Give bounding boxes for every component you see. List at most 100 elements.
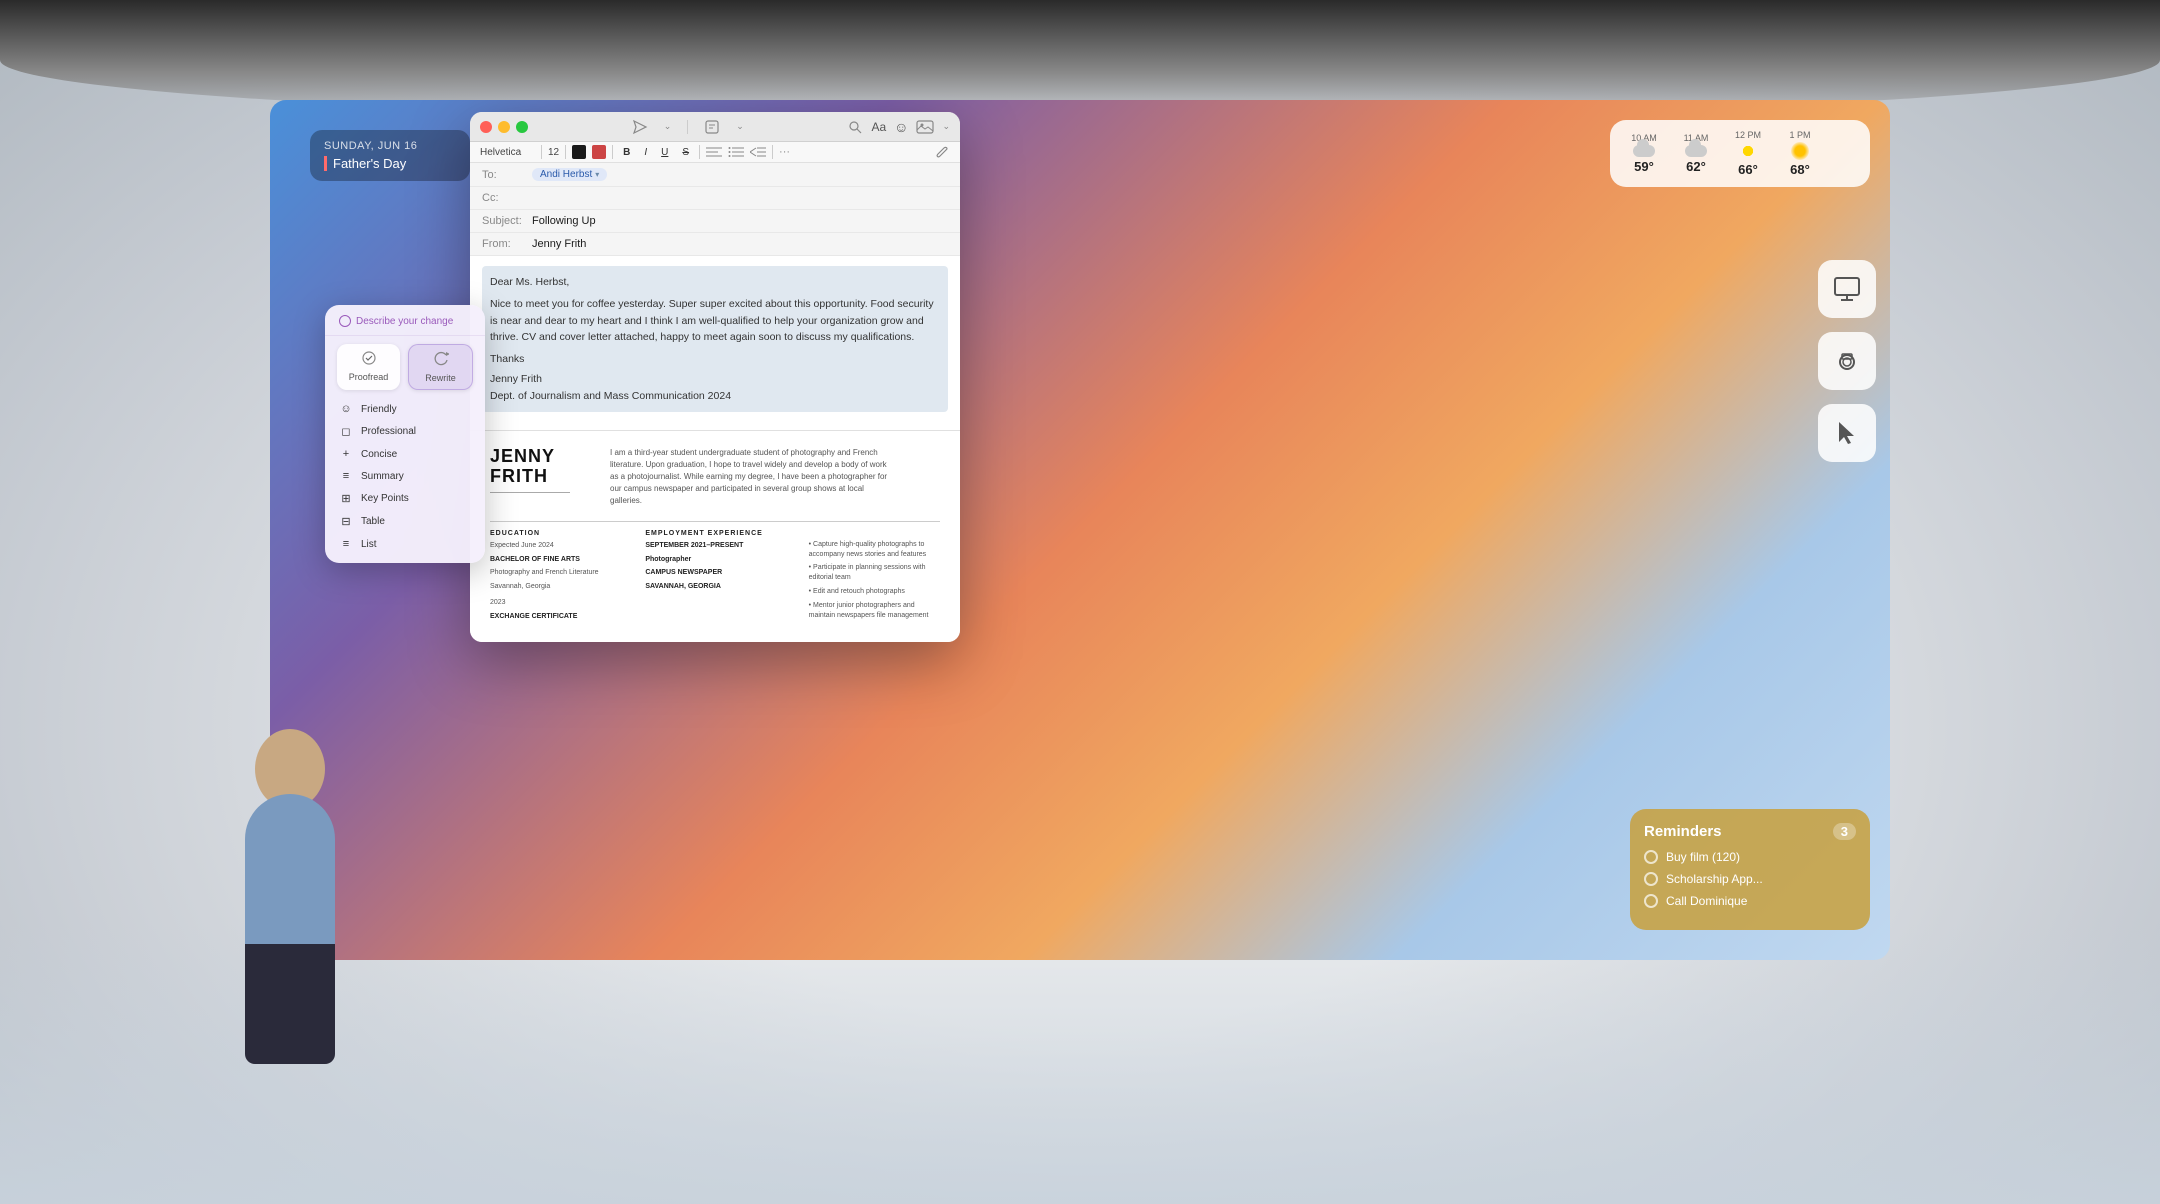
reminder-circle-2 — [1644, 894, 1658, 908]
reminders-header: Reminders 3 — [1644, 823, 1856, 840]
writing-tools-buttons: Proofread Rewrite — [325, 336, 485, 398]
strikethrough-button[interactable]: S — [678, 146, 693, 159]
text-color-black[interactable] — [572, 145, 586, 159]
cv-education-col: EDUCATION Expected June 2024 BACHELOR OF… — [490, 530, 629, 626]
indent-icon — [750, 146, 766, 158]
mail-body[interactable]: Dear Ms. Herbst, Nice to meet you for co… — [470, 256, 960, 430]
subject-label: Subject: — [482, 215, 532, 227]
text-color-red[interactable] — [592, 145, 606, 159]
image-chevron: ⌄ — [942, 121, 950, 132]
italic-button[interactable]: I — [640, 146, 651, 159]
camera-icon — [1832, 346, 1862, 376]
concise-icon: + — [339, 448, 353, 460]
menu-item-concise[interactable]: + Concise — [325, 443, 485, 465]
weather-icon-1 — [1685, 145, 1707, 157]
reminder-item-1: Scholarship App... — [1644, 872, 1856, 886]
rewrite-button[interactable]: Rewrite — [408, 344, 473, 390]
cv-edu-2: Photography and French Literature — [490, 568, 629, 578]
friendly-label: Friendly — [361, 404, 397, 415]
mail-window: ⌄ ⌄ Aa ☺ — [470, 112, 960, 642]
menu-item-keypoints[interactable]: ⊞ Key Points — [325, 487, 485, 510]
signature-1: Jenny Frith — [490, 371, 940, 387]
cv-edu-5: EXCHANGE CERTIFICATE — [490, 612, 629, 622]
cv-bullet-2: • Edit and retouch photographs — [801, 587, 940, 597]
cv-bullet-0: • Capture high-quality photographs to ac… — [801, 540, 940, 560]
signature-2: Dept. of Journalism and Mass Communicati… — [490, 388, 940, 404]
weather-temp-3: 68° — [1790, 162, 1810, 177]
weather-icon-3 — [1791, 142, 1809, 160]
proofread-label: Proofread — [349, 372, 389, 382]
reminder-item-0: Buy film (120) — [1644, 850, 1856, 864]
cv-edu-0: Expected June 2024 — [490, 541, 629, 551]
search-icon[interactable] — [847, 119, 863, 135]
from-value: Jenny Frith — [532, 238, 586, 250]
menu-item-professional[interactable]: ◻ Professional — [325, 420, 485, 443]
font-name: Helvetica — [480, 147, 535, 158]
to-value: Andi Herbst — [540, 169, 592, 180]
list-menu-icon: ≡ — [339, 538, 353, 550]
weather-col-2: 12 PM 66° — [1728, 130, 1768, 177]
maximize-button[interactable] — [516, 121, 528, 133]
menu-item-summary[interactable]: ≡ Summary — [325, 465, 485, 487]
from-label: From: — [482, 238, 532, 250]
cv-section: JENNY FRITH I am a third-year student un… — [470, 430, 960, 642]
toolbar-chevron: ⌄ — [664, 121, 672, 132]
format-divider-2 — [612, 145, 613, 159]
reminder-circle-0 — [1644, 850, 1658, 864]
format-divider-0 — [541, 145, 542, 159]
cv-employment-title: EMPLOYMENT EXPERIENCE — [645, 530, 784, 537]
cv-bullets: • Capture high-quality photographs to ac… — [801, 540, 940, 621]
menu-item-table[interactable]: ⊟ Table — [325, 510, 485, 533]
cv-bullet-1: • Participate in planning sessions with … — [801, 563, 940, 583]
to-recipient[interactable]: Andi Herbst ▾ — [532, 168, 607, 181]
cv-name: JENNY FRITH — [490, 447, 590, 487]
cv-edu-3: Savannah, Georgia — [490, 582, 629, 592]
cv-emp-2: CAMPUS NEWSPAPER — [645, 568, 784, 578]
format-bar: Helvetica 12 B I U S — [470, 142, 960, 163]
weather-temp-0: 59° — [1634, 159, 1654, 174]
minimize-button[interactable] — [498, 121, 510, 133]
reminder-text-1: Scholarship App... — [1666, 872, 1763, 886]
concise-label: Concise — [361, 449, 397, 460]
table-label: Table — [361, 516, 385, 527]
menu-item-list[interactable]: ≡ List — [325, 533, 485, 555]
writing-tools-title: Describe your change — [356, 316, 453, 327]
cv-emp-1: Photographer — [645, 555, 784, 565]
professional-label: Professional — [361, 426, 416, 437]
weather-time-3: 1 PM — [1789, 130, 1810, 140]
side-icons — [1818, 260, 1876, 462]
font-size: 12 — [548, 147, 559, 158]
cv-edu-1: BACHELOR OF FINE ARTS — [490, 555, 629, 565]
cv-name-line1: JENNY — [490, 446, 555, 466]
side-icon-box-0 — [1818, 260, 1876, 318]
bold-button[interactable]: B — [619, 146, 634, 159]
rewrite-icon — [433, 351, 449, 370]
menu-item-friendly[interactable]: ☺ Friendly — [325, 398, 485, 420]
subject-field: Subject: Following Up — [470, 210, 960, 233]
summary-icon: ≡ — [339, 470, 353, 482]
cv-bullet-3: • Mentor junior photographers and mainta… — [801, 601, 940, 621]
underline-button[interactable]: U — [657, 146, 672, 159]
cv-emp-0: SEPTEMBER 2021–PRESENT — [645, 541, 784, 551]
cv-header: JENNY FRITH I am a third-year student un… — [490, 447, 940, 507]
recipient-chevron: ▾ — [595, 170, 599, 179]
keypoints-label: Key Points — [361, 493, 409, 504]
cv-columns: EDUCATION Expected June 2024 BACHELOR OF… — [490, 530, 940, 626]
compose-icon — [704, 119, 720, 135]
from-field: From: Jenny Frith — [470, 233, 960, 256]
presenter-legs — [245, 944, 335, 1064]
calendar-date: SUNDAY, JUN 16 — [324, 140, 456, 152]
cv-name-line2: FRITH — [490, 466, 548, 486]
thanks: Thanks — [490, 351, 940, 367]
cv-bullets-col: • Capture high-quality photographs to ac… — [801, 530, 940, 626]
font-size-icon: Aa — [871, 120, 886, 134]
reminder-text-0: Buy film (120) — [1666, 850, 1740, 864]
send-icon — [632, 119, 648, 135]
proofread-button[interactable]: Proofread — [337, 344, 400, 390]
to-field: To: Andi Herbst ▾ — [470, 163, 960, 187]
close-button[interactable] — [480, 121, 492, 133]
side-icon-box-2 — [1818, 404, 1876, 462]
summary-label: Summary — [361, 471, 404, 482]
weather-temp-1: 62° — [1686, 159, 1706, 174]
cv-employment-col: EMPLOYMENT EXPERIENCE SEPTEMBER 2021–PRE… — [645, 530, 784, 626]
